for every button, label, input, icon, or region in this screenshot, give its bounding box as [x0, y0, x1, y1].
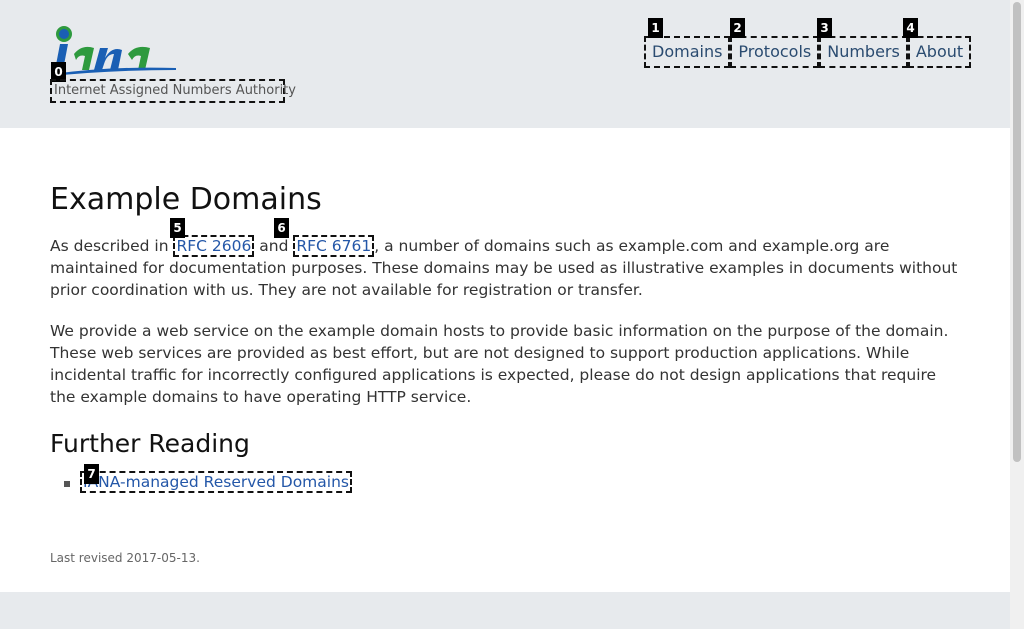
- element-badge: 1: [648, 18, 663, 38]
- element-badge: 2: [730, 18, 745, 38]
- scrollbar-thumb[interactable]: [1013, 2, 1021, 462]
- nav-about[interactable]: About: [907, 36, 972, 68]
- iana-logo-icon: [52, 26, 176, 76]
- para1-and: and: [254, 237, 294, 255]
- element-badge: 3: [817, 18, 832, 38]
- main-nav: Domains Protocols Numbers About: [644, 36, 972, 68]
- element-badge: 7: [84, 464, 99, 484]
- site-header: 0 Internet Assigned Numbers Authority Do…: [0, 0, 1010, 128]
- intro-paragraph: As described in RFC 2606 and RFC 6761, a…: [50, 235, 960, 301]
- nav-domains[interactable]: Domains: [644, 36, 731, 68]
- service-paragraph: We provide a web service on the example …: [50, 322, 949, 406]
- nav-protocols[interactable]: Protocols: [730, 36, 820, 68]
- reading-list: IANA-managed Reserved Domains: [50, 471, 960, 493]
- iana-logo[interactable]: [52, 24, 178, 78]
- site-footer: [0, 592, 1010, 629]
- nav-numbers[interactable]: Numbers: [819, 36, 908, 68]
- rfc-2606-link[interactable]: RFC 2606: [173, 235, 255, 257]
- para1-prefix: As described in: [50, 237, 174, 255]
- reserved-domains-link[interactable]: IANA-managed Reserved Domains: [80, 471, 352, 493]
- scrollbar[interactable]: [1010, 0, 1024, 629]
- element-badge: 5: [170, 218, 185, 238]
- element-badge: 4: [903, 18, 918, 38]
- page-title: Example Domains: [50, 182, 322, 217]
- element-badge: 6: [274, 218, 289, 238]
- rfc-6761-link[interactable]: RFC 6761: [293, 235, 375, 257]
- main-content: Example Domains As described in RFC 2606…: [50, 180, 960, 493]
- list-item: IANA-managed Reserved Domains: [50, 471, 960, 493]
- last-revised: Last revised 2017-05-13.: [50, 551, 200, 565]
- further-reading-heading: Further Reading: [50, 429, 250, 458]
- logo-tagline: Internet Assigned Numbers Authority: [50, 79, 296, 103]
